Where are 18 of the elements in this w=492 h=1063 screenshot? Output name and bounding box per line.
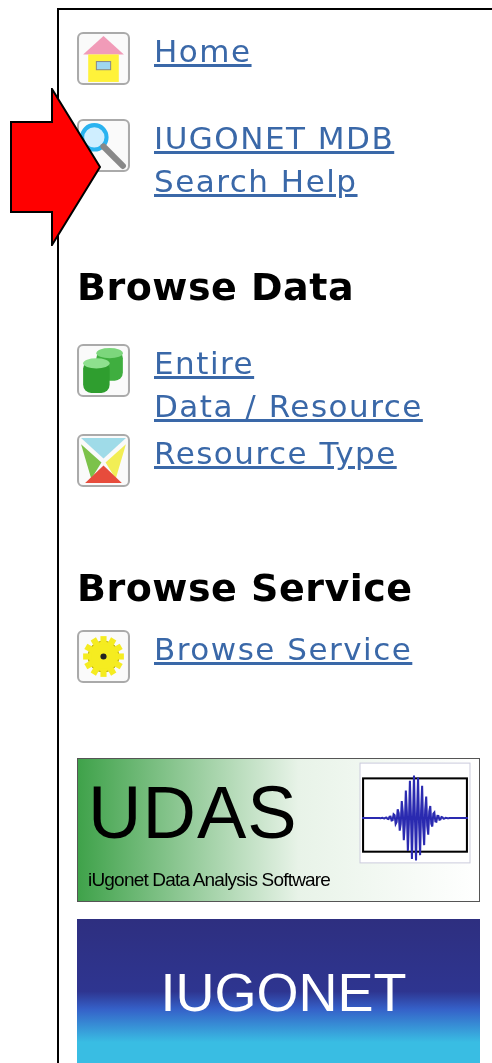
nav-link[interactable]: Browse Service [154, 628, 413, 671]
banner-title: UDAS [88, 770, 298, 856]
triangles-icon[interactable] [77, 434, 130, 487]
section-heading: Browse Data [77, 265, 356, 309]
banner-subtitle: iUgonet Data Analysis Software [88, 868, 332, 892]
banner-title: IUGONET [159, 960, 407, 1023]
software-banner[interactable]: UDAS iUgonet Data Analysis Software [77, 758, 480, 902]
nav-link[interactable]: IUGONET MDB [154, 117, 395, 160]
nav-link[interactable]: Entire [154, 342, 255, 385]
nav-link[interactable]: Home [154, 30, 252, 73]
nav-link[interactable]: Data / Resource [154, 385, 423, 428]
nav-link[interactable]: Resource Type [154, 432, 397, 475]
gear-icon[interactable] [77, 630, 130, 683]
section-heading: Browse Service [77, 566, 414, 610]
nav-link[interactable]: Search Help [154, 160, 358, 203]
project-banner[interactable]: IUGONET [77, 919, 480, 1063]
database-icon[interactable] [77, 344, 130, 397]
house-icon[interactable] [77, 32, 130, 85]
